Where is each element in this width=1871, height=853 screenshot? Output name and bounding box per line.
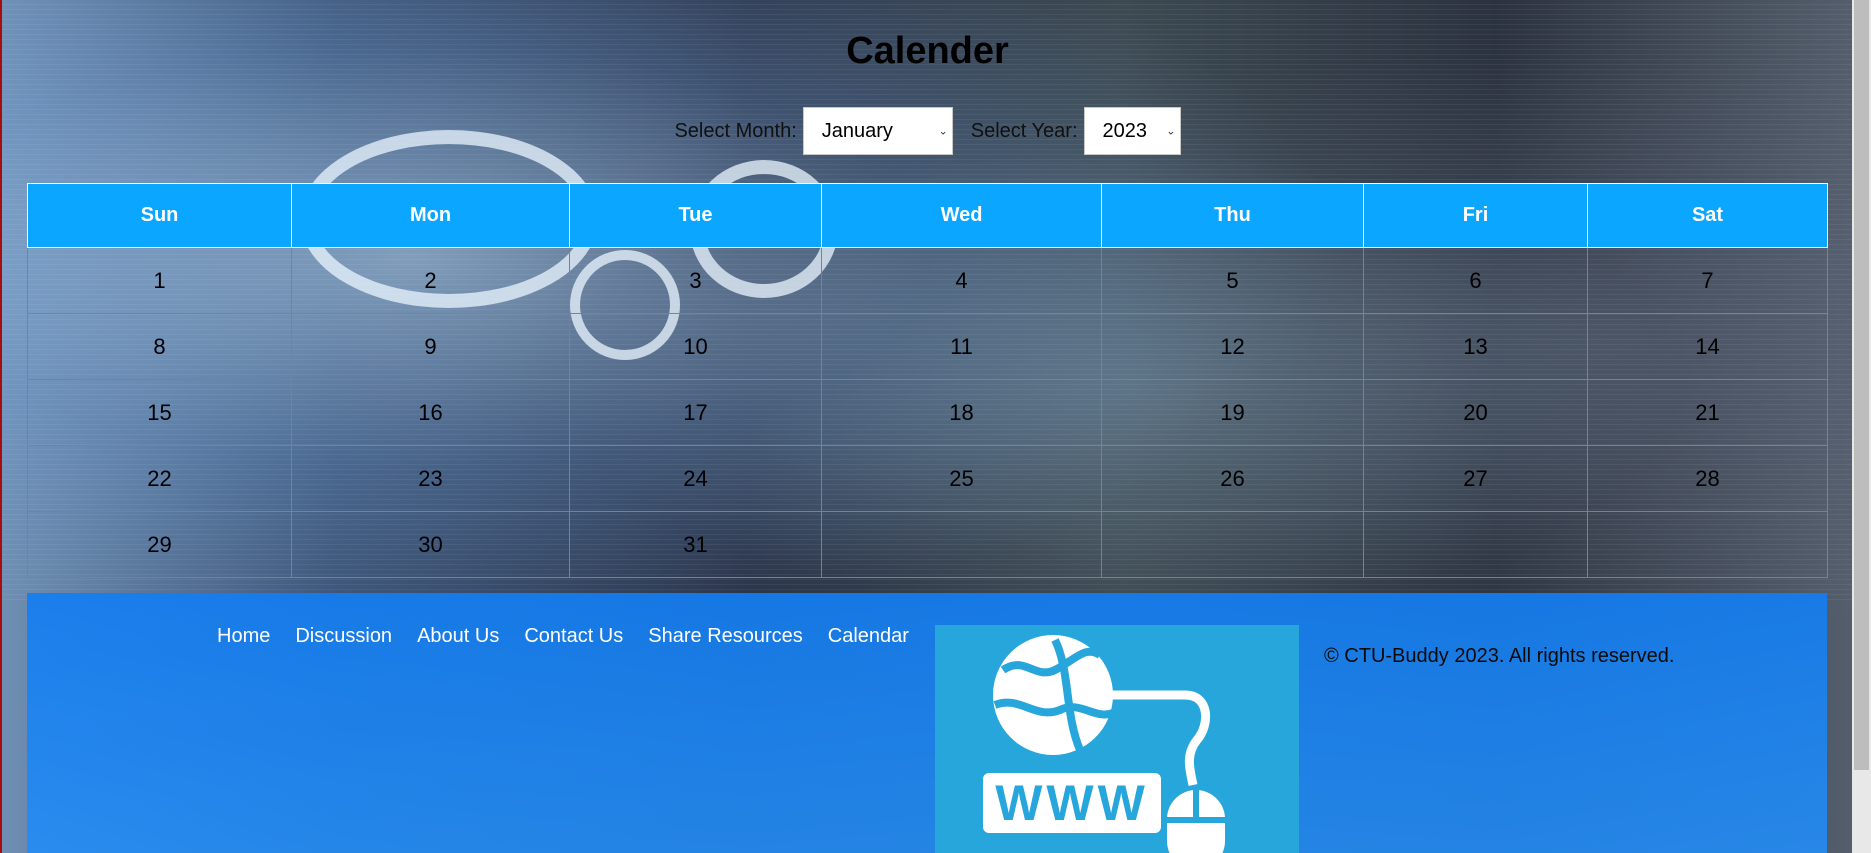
globe-www-mouse-icon: WWW (983, 635, 1225, 853)
year-select[interactable]: 2023 ⌄ (1083, 107, 1181, 155)
day-cell: 28 (1587, 445, 1828, 512)
page-title: Calender (846, 30, 1009, 72)
day-cell: 29 (27, 511, 292, 578)
day-cell: 14 (1587, 313, 1828, 380)
year-select-value: 2023 (1102, 119, 1148, 142)
weekday-header-wed: Wed (821, 183, 1102, 248)
day-cell: 21 (1587, 379, 1828, 446)
footer-link-home[interactable]: Home (217, 625, 270, 648)
footer-link-discussion[interactable]: Discussion (295, 625, 392, 648)
vertical-scrollbar[interactable] (1852, 0, 1871, 853)
day-cell (1363, 511, 1588, 578)
month-select[interactable]: January ⌄ (802, 107, 953, 155)
day-cell: 11 (821, 313, 1102, 380)
weekday-header-thu: Thu (1101, 183, 1364, 248)
day-cell: 20 (1363, 379, 1588, 446)
day-cell (1101, 511, 1364, 578)
www-text: WWW (995, 775, 1149, 831)
day-cell: 18 (821, 379, 1102, 446)
site-logo: WWW (935, 625, 1299, 853)
weekday-header-fri: Fri (1363, 183, 1588, 248)
day-cell: 26 (1101, 445, 1364, 512)
calendar-controls: Select Month: January ⌄ Select Year: 202… (0, 107, 1855, 155)
day-cell: 5 (1101, 247, 1364, 314)
chevron-down-icon: ⌄ (938, 125, 948, 138)
day-cell: 4 (821, 247, 1102, 314)
day-cell (1587, 511, 1828, 578)
day-cell: 9 (291, 313, 570, 380)
weekday-header-tue: Tue (569, 183, 822, 248)
month-select-value: January (821, 119, 893, 142)
scrollbar-thumb[interactable] (1854, 0, 1869, 770)
chevron-down-icon: ⌄ (1166, 125, 1176, 138)
calendar-week-row: 1 2 3 4 5 6 7 (27, 247, 1828, 314)
calendar-table: Sun Mon Tue Wed Thu Fri Sat 1 2 3 4 5 6 … (27, 183, 1828, 578)
day-cell: 22 (27, 445, 292, 512)
day-cell: 10 (569, 313, 822, 380)
day-cell: 30 (291, 511, 570, 578)
day-cell: 7 (1587, 247, 1828, 314)
copyright-text: © CTU-Buddy 2023. All rights reserved. (1324, 645, 1675, 667)
month-label: Select Month: (674, 119, 797, 142)
calendar-header-row: Sun Mon Tue Wed Thu Fri Sat (27, 183, 1828, 248)
year-label: Select Year: (970, 119, 1078, 142)
day-cell: 2 (291, 247, 570, 314)
footer-link-about-us[interactable]: About Us (417, 625, 499, 648)
footer-link-calendar[interactable]: Calendar (828, 625, 909, 648)
calendar-week-row: 29 30 31 (27, 511, 1828, 578)
day-cell: 1 (27, 247, 292, 314)
day-cell: 13 (1363, 313, 1588, 380)
day-cell: 17 (569, 379, 822, 446)
day-cell: 24 (569, 445, 822, 512)
day-cell (821, 511, 1102, 578)
weekday-header-sun: Sun (27, 183, 292, 248)
day-cell: 19 (1101, 379, 1364, 446)
day-cell: 6 (1363, 247, 1588, 314)
weekday-header-mon: Mon (291, 183, 570, 248)
day-cell: 23 (291, 445, 570, 512)
calendar-week-row: 8 9 10 11 12 13 14 (27, 313, 1828, 380)
day-cell: 15 (27, 379, 292, 446)
day-cell: 27 (1363, 445, 1588, 512)
mouse-cable (1110, 690, 1211, 786)
site-footer: Home Discussion About Us Contact Us Shar… (27, 593, 1827, 853)
day-cell: 25 (821, 445, 1102, 512)
day-cell: 31 (569, 511, 822, 578)
footer-nav: Home Discussion About Us Contact Us Shar… (217, 625, 909, 648)
calendar-week-row: 15 16 17 18 19 20 21 (27, 379, 1828, 446)
day-cell: 16 (291, 379, 570, 446)
calendar-week-row: 22 23 24 25 26 27 28 (27, 445, 1828, 512)
day-cell: 8 (27, 313, 292, 380)
footer-link-contact-us[interactable]: Contact Us (524, 625, 623, 648)
footer-link-share-resources[interactable]: Share Resources (648, 625, 803, 648)
day-cell: 3 (569, 247, 822, 314)
weekday-header-sat: Sat (1587, 183, 1828, 248)
day-cell: 12 (1101, 313, 1364, 380)
